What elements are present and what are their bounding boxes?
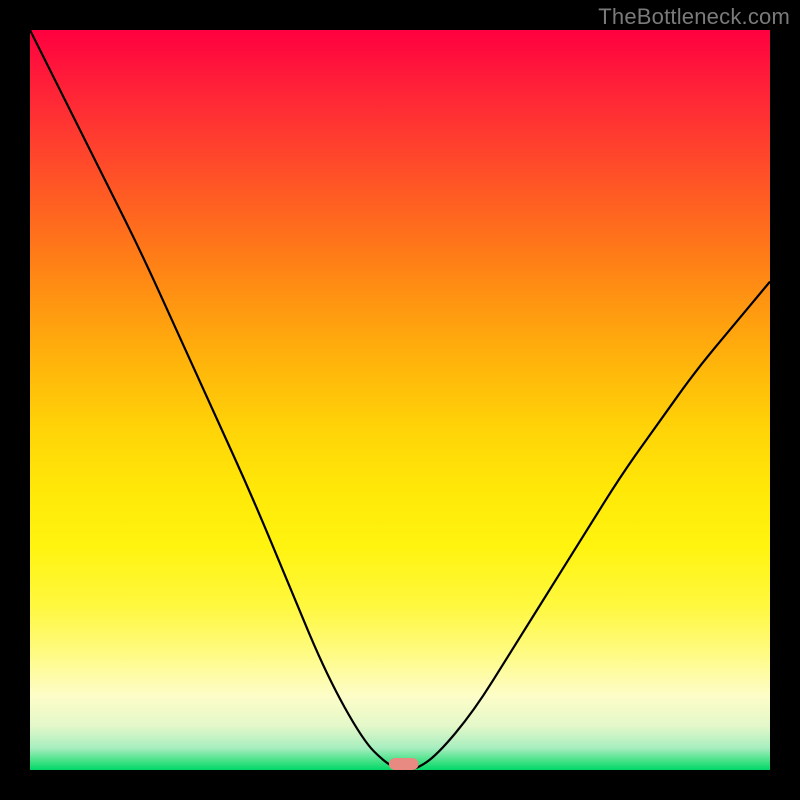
plot-area (30, 30, 770, 770)
background-gradient (30, 30, 770, 770)
watermark-text: TheBottleneck.com (598, 4, 790, 30)
chart-frame: TheBottleneck.com (0, 0, 800, 800)
